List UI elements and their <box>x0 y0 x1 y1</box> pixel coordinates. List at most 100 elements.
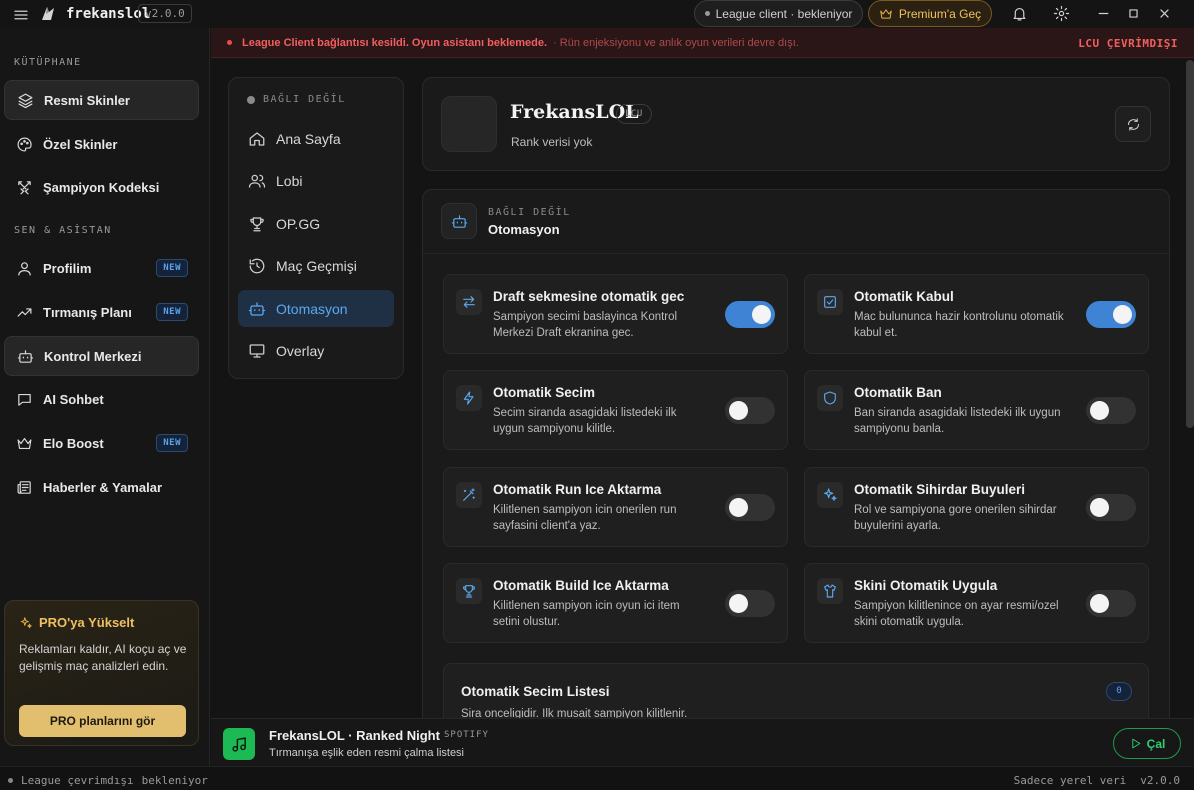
control-center-nav: BAĞLI DEĞİL Ana Sayfa Lobi OP.GG Maç Geç… <box>228 77 404 379</box>
tile-title: Otomatik Kabul <box>854 289 954 304</box>
music-note-icon <box>223 728 255 760</box>
track-title: FrekansLOL · Ranked Night <box>269 728 440 743</box>
pro-plans-button[interactable]: PRO planlarını gör <box>19 705 186 737</box>
bot-icon <box>248 301 266 316</box>
auto-ban-toggle[interactable] <box>1086 397 1136 424</box>
nav-item-lobby[interactable]: Lobi <box>238 162 394 199</box>
sidebar-item-climb-plan[interactable]: Tırmanış Planı NEW <box>4 292 199 332</box>
premium-button[interactable]: Premium'a Geç <box>868 0 992 27</box>
sparkles-icon <box>20 616 32 628</box>
status-dot-icon <box>8 778 13 783</box>
sidebar-item-official-skins[interactable]: Resmi Skinler <box>4 80 199 120</box>
connection-state-text: BAĞLI DEĞİL <box>263 94 346 105</box>
music-player: FrekansLOL · Ranked Night SPOTIFY Tırman… <box>211 718 1194 766</box>
sparkles-icon <box>817 482 843 508</box>
automation-tile-auto-accept: Otomatik Kabul Mac bulununca hazir kontr… <box>804 274 1149 354</box>
banner-subtext: · Rün enjeksiyonu ve anlık oyun verileri… <box>553 36 799 49</box>
wand-icon <box>456 482 482 508</box>
bell-icon[interactable] <box>1011 5 1028 22</box>
new-badge: NEW <box>156 259 188 277</box>
trophy-icon <box>250 216 264 231</box>
pick-list-count-badge: 0 <box>1106 682 1132 701</box>
tile-description: Kilitlenen sampiyon icin oyun ici item s… <box>493 600 680 628</box>
maximize-icon[interactable] <box>1125 5 1142 22</box>
crown-icon <box>17 437 32 449</box>
nav-item-label: Otomasyon <box>276 300 348 317</box>
nav-item-home[interactable]: Ana Sayfa <box>238 120 394 157</box>
tile-description: Secim siranda asagidaki listedeki ilk uy… <box>493 407 677 435</box>
banner-message: League Client bağlantısı kesildi. Oyun a… <box>242 36 548 49</box>
sidebar-item-label: Kontrol Merkezi <box>44 348 142 364</box>
premium-label: Premium'a Geç <box>898 6 982 21</box>
sidebar-item-champion-codex[interactable]: Şampiyon Kodeksi <box>4 167 199 207</box>
sidebar-item-label: Resmi Skinler <box>44 92 130 108</box>
nav-item-overlay[interactable]: Overlay <box>238 332 394 369</box>
hamburger-menu-icon[interactable] <box>12 6 30 24</box>
swords-icon <box>18 180 31 194</box>
nav-item-label: Ana Sayfa <box>276 130 341 147</box>
automation-header-icon <box>441 203 477 239</box>
auto-build-toggle[interactable] <box>725 590 775 617</box>
divider <box>423 253 1169 254</box>
app-logo-icon <box>38 4 58 24</box>
toggle-knob <box>1090 594 1109 613</box>
automation-title: Otomasyon <box>488 222 560 237</box>
history-icon <box>249 258 265 273</box>
toggle-knob <box>752 305 771 324</box>
auto-accept-toggle[interactable] <box>1086 301 1136 328</box>
auto-pick-toggle[interactable] <box>725 397 775 424</box>
status-left: League çevrimdışı bekleniyor <box>8 774 208 787</box>
gear-icon[interactable] <box>1053 5 1070 22</box>
pro-upgrade-card: PRO'ya Yükselt Reklamları kaldır, AI koç… <box>4 600 199 746</box>
trophy-icon <box>456 578 482 604</box>
users-icon <box>248 174 266 188</box>
crown-icon <box>880 8 892 19</box>
tile-description: Ban siranda asagidaki listedeki ilk uygu… <box>854 407 1061 435</box>
sidebar-item-news[interactable]: Haberler & Yamalar <box>4 467 199 507</box>
tile-title: Otomatik Secim <box>493 385 596 400</box>
sidebar: KÜTÜPHANE Resmi Skinler Özel Skinler Şam… <box>0 28 210 766</box>
toggle-knob <box>1113 305 1132 324</box>
refresh-button[interactable] <box>1115 106 1151 142</box>
sidebar-item-profile[interactable]: Profilim NEW <box>4 248 199 288</box>
user-icon <box>18 261 31 275</box>
sidebar-item-control-center[interactable]: Kontrol Merkezi <box>4 336 199 376</box>
nav-item-label: Maç Geçmişi <box>276 257 357 274</box>
client-status-pill[interactable]: League client · bekleniyor <box>694 0 863 27</box>
close-icon[interactable] <box>1156 5 1173 22</box>
shield-icon <box>817 385 843 411</box>
sidebar-item-elo-boost[interactable]: Elo Boost NEW <box>4 423 199 463</box>
nav-item-automation[interactable]: Otomasyon <box>238 290 394 327</box>
lcu-badge: LCU <box>616 104 652 124</box>
automation-tile-auto-draft: Draft sekmesine otomatik gec Sampiyon se… <box>443 274 788 354</box>
automation-tile-auto-ban: Otomatik Ban Ban siranda asagidaki liste… <box>804 370 1149 450</box>
league-wait-status: bekleniyor <box>141 774 208 787</box>
toggle-knob <box>1090 498 1109 517</box>
auto-runes-toggle[interactable] <box>725 494 775 521</box>
automation-tile-auto-skin: Skini Otomatik Uygula Sampiyon kilitleni… <box>804 563 1149 643</box>
chat-icon <box>18 393 31 406</box>
title-bar: frekanslol v2.0.0 League client · beklen… <box>0 0 1194 28</box>
pro-card-title: PRO'ya Yükselt <box>19 615 134 630</box>
sidebar-item-custom-skins[interactable]: Özel Skinler <box>4 124 199 164</box>
sidebar-item-ai-chat[interactable]: AI Sohbet <box>4 379 199 419</box>
tile-title: Otomatik Build Ice Aktarma <box>493 578 669 593</box>
nav-item-opgg[interactable]: OP.GG <box>238 205 394 242</box>
automation-kicker: BAĞLI DEĞİL <box>488 207 571 218</box>
auto-spells-toggle[interactable] <box>1086 494 1136 521</box>
scrollbar[interactable] <box>1186 60 1194 428</box>
status-right: Sadece yerel veri v2.0.0 <box>1014 774 1180 787</box>
nav-item-match-history[interactable]: Maç Geçmişi <box>238 247 394 284</box>
track-source: SPOTIFY <box>444 730 489 740</box>
toggle-knob <box>729 401 748 420</box>
tile-description: Sampiyon kilitlenince on ayar resmi/ozel… <box>854 600 1059 628</box>
connection-dot-icon <box>247 95 255 104</box>
auto-skin-toggle[interactable] <box>1086 590 1136 617</box>
pro-card-description: Reklamları kaldır, AI koçu aç ve gelişmi… <box>19 642 187 673</box>
play-button[interactable]: Çal <box>1113 728 1181 759</box>
tile-description: Mac bulununca hazir kontrolunu otomatik … <box>854 311 1064 339</box>
nav-item-label: OP.GG <box>276 215 321 232</box>
auto-draft-toggle[interactable] <box>725 301 775 328</box>
sidebar-item-label: Haberler & Yamalar <box>43 479 162 495</box>
minimize-icon[interactable] <box>1095 5 1112 22</box>
